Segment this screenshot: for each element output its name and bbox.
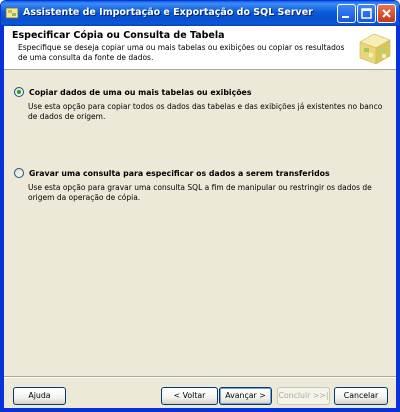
- title-bar[interactable]: Assistente de Importação e Exportação do…: [1, 1, 399, 26]
- footer-divider: [4, 376, 396, 378]
- close-button[interactable]: [377, 4, 396, 23]
- radio-write-query[interactable]: [14, 168, 24, 178]
- option-write-query-label[interactable]: Gravar uma consulta para especificar os …: [29, 169, 330, 178]
- window-frame-bottom: [1, 408, 399, 411]
- window-frame-right: [396, 26, 399, 411]
- option-write-query-description: Use esta opção para gravar uma consulta …: [28, 183, 372, 202]
- option-write-query[interactable]: Gravar uma consulta para especificar os …: [14, 168, 330, 178]
- wizard-header: Especificar Cópia ou Consulta de Tabela …: [4, 26, 396, 70]
- page-title: Especificar Cópia ou Consulta de Tabela: [12, 30, 225, 41]
- radio-copy-tables[interactable]: [14, 87, 24, 97]
- next-button[interactable]: Avançar >: [219, 387, 272, 405]
- sql-server-wizard-icon: [5, 6, 19, 20]
- wizard-content: Copiar dados de uma ou mais tabelas ou e…: [4, 71, 396, 374]
- option-copy-tables[interactable]: Copiar dados de uma ou mais tabelas ou e…: [14, 87, 251, 97]
- back-button[interactable]: < Voltar: [161, 387, 218, 405]
- finish-button[interactable]: Concluir >>|: [277, 387, 330, 405]
- option-copy-tables-description: Use esta opção para copiar todos os dado…: [28, 102, 383, 121]
- window-title: Assistente de Importação e Exportação do…: [23, 7, 313, 18]
- help-button[interactable]: Ajuda: [13, 387, 66, 405]
- maximize-button[interactable]: [357, 4, 376, 23]
- option-copy-tables-label[interactable]: Copiar dados de uma ou mais tabelas ou e…: [29, 88, 251, 97]
- wizard-window: Assistente de Importação e Exportação do…: [0, 0, 400, 412]
- minimize-button[interactable]: [337, 4, 356, 23]
- cancel-button[interactable]: Cancelar: [334, 387, 388, 405]
- page-description: Especifique se deseja copiar uma ou mais…: [18, 43, 345, 62]
- database-wizard-graphic: [356, 28, 394, 68]
